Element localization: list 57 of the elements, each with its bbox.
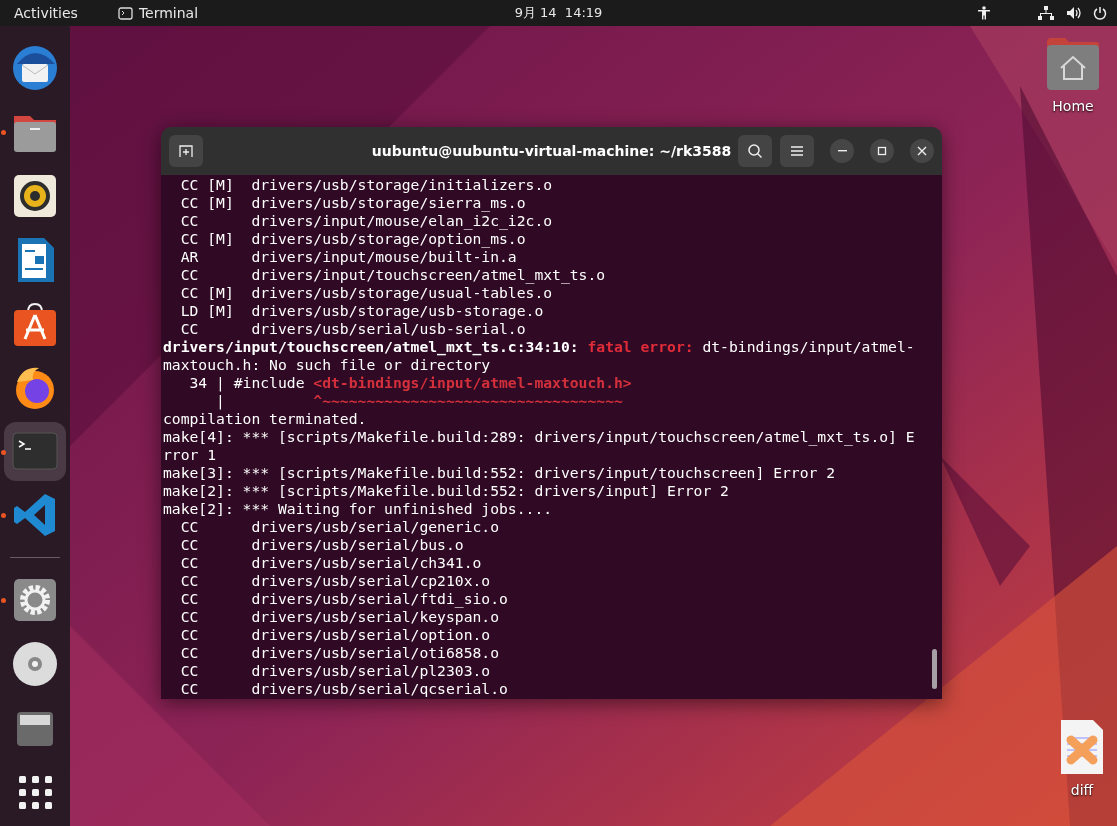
minimize-icon xyxy=(837,150,847,152)
network-icon xyxy=(1038,6,1054,20)
clock[interactable]: 9月 14 14:19 xyxy=(498,4,619,22)
terminal-icon xyxy=(117,6,133,20)
window-title: uubuntu@uubuntu-virtual-machine: ~/rk3588 xyxy=(370,143,733,159)
search-button[interactable] xyxy=(738,135,772,167)
terminal-line: CC [M] drivers/usb/storage/usual-tables.o xyxy=(179,284,554,302)
search-icon xyxy=(747,143,763,159)
terminal-line: CC [M] drivers/usb/storage/option_ms.o xyxy=(179,230,527,248)
terminal-line: CC drivers/usb/serial/keyspan.o xyxy=(179,608,501,626)
terminal-line: rror 1 xyxy=(163,446,218,464)
desktop-icon-label[interactable]: diff xyxy=(1070,782,1094,798)
home-folder-icon xyxy=(1045,36,1101,92)
minimize-button[interactable] xyxy=(830,139,854,163)
close-icon xyxy=(917,146,927,156)
terminal-line: make[3]: *** [scripts/Makefile.build:552: drivers/input/touchscreen] Error 2 xyxy=(163,464,837,482)
terminal-line: CC drivers/usb/serial/option.o xyxy=(179,626,492,644)
terminal-line: CC drivers/usb/serial/ftdi_sio.o xyxy=(179,590,509,608)
new-tab-button[interactable] xyxy=(169,135,203,167)
terminal-line: make[2]: *** [scripts/Makefile.build:552: drivers/input] Error 2 xyxy=(163,482,730,500)
terminal-line: make[2]: *** Waiting for unfinished jobs.... xyxy=(163,500,554,518)
close-button[interactable] xyxy=(910,139,934,163)
terminal-line: maxtouch.h: No such file or directory xyxy=(163,356,492,374)
terminal-line: drivers/input/touchscreen/atmel_mxt_ts.c:34:10: fatal error: dt-bindings/input/atmel- xyxy=(163,338,916,356)
terminal-line: | ^~~~~~~~~~~~~~~~~~~~~~~~~~~~~~~~~~~ xyxy=(215,392,624,410)
volume-icon xyxy=(1066,6,1081,20)
scrollbar-thumb[interactable] xyxy=(932,649,937,689)
maximize-button[interactable] xyxy=(870,139,894,163)
terminal-line: make[4]: *** [scripts/Makefile.build:289: drivers/input/touchscreen/atmel_mxt_ts.o] E xyxy=(163,428,916,446)
terminal-line: CC drivers/input/touchscreen/atmel_mxt_ts.o xyxy=(179,266,607,284)
terminal-line: CC drivers/usb/serial/qcserial.o xyxy=(179,680,509,698)
accessibility-icon xyxy=(978,6,990,20)
terminal-line: AR drivers/input/mouse/built-in.a xyxy=(179,248,518,266)
document-icon xyxy=(1059,718,1105,776)
mail-app-icon xyxy=(11,43,59,92)
app-menu[interactable]: Terminal xyxy=(138,5,199,21)
terminal-line: CC [M] drivers/usb/storage/sierra_ms.o xyxy=(179,194,527,212)
terminal-line: CC drivers/usb/serial/oti6858.o xyxy=(179,644,501,662)
terminal-line: compilation terminated. xyxy=(163,410,368,428)
desktop-icon-label[interactable]: Home xyxy=(1052,98,1094,114)
terminal-line: LD [M] drivers/usb/storage/usb-storage.o xyxy=(179,302,545,320)
menu-icon xyxy=(790,145,804,157)
terminal-line: CC drivers/usb/serial/cp210x.o xyxy=(179,572,492,590)
power-icon xyxy=(1093,6,1107,20)
activities-button[interactable]: Activities xyxy=(0,5,92,21)
terminal-line: 34 | #include <dt-bindings/input/atmel-maxtouch.h> xyxy=(188,374,633,392)
terminal-line: CC drivers/usb/serial/ch341.o xyxy=(179,554,483,572)
terminal-line: CC drivers/usb/serial/generic.o xyxy=(179,518,501,536)
terminal-line: CC drivers/usb/serial/usb-serial.o xyxy=(179,320,527,338)
disc-icon xyxy=(11,640,59,689)
terminal-line: CC [M] drivers/usb/storage/initializers.o xyxy=(179,176,554,194)
menu-button[interactable] xyxy=(780,135,814,167)
terminal-line: CC drivers/input/mouse/elan_i2c_i2c.o xyxy=(179,212,554,230)
terminal-line: CC drivers/usb/serial/bus.o xyxy=(179,536,465,554)
terminal-line: CC drivers/usb/serial/pl2303.o xyxy=(179,662,492,680)
new-tab-icon xyxy=(178,143,194,159)
maximize-icon xyxy=(877,146,887,156)
